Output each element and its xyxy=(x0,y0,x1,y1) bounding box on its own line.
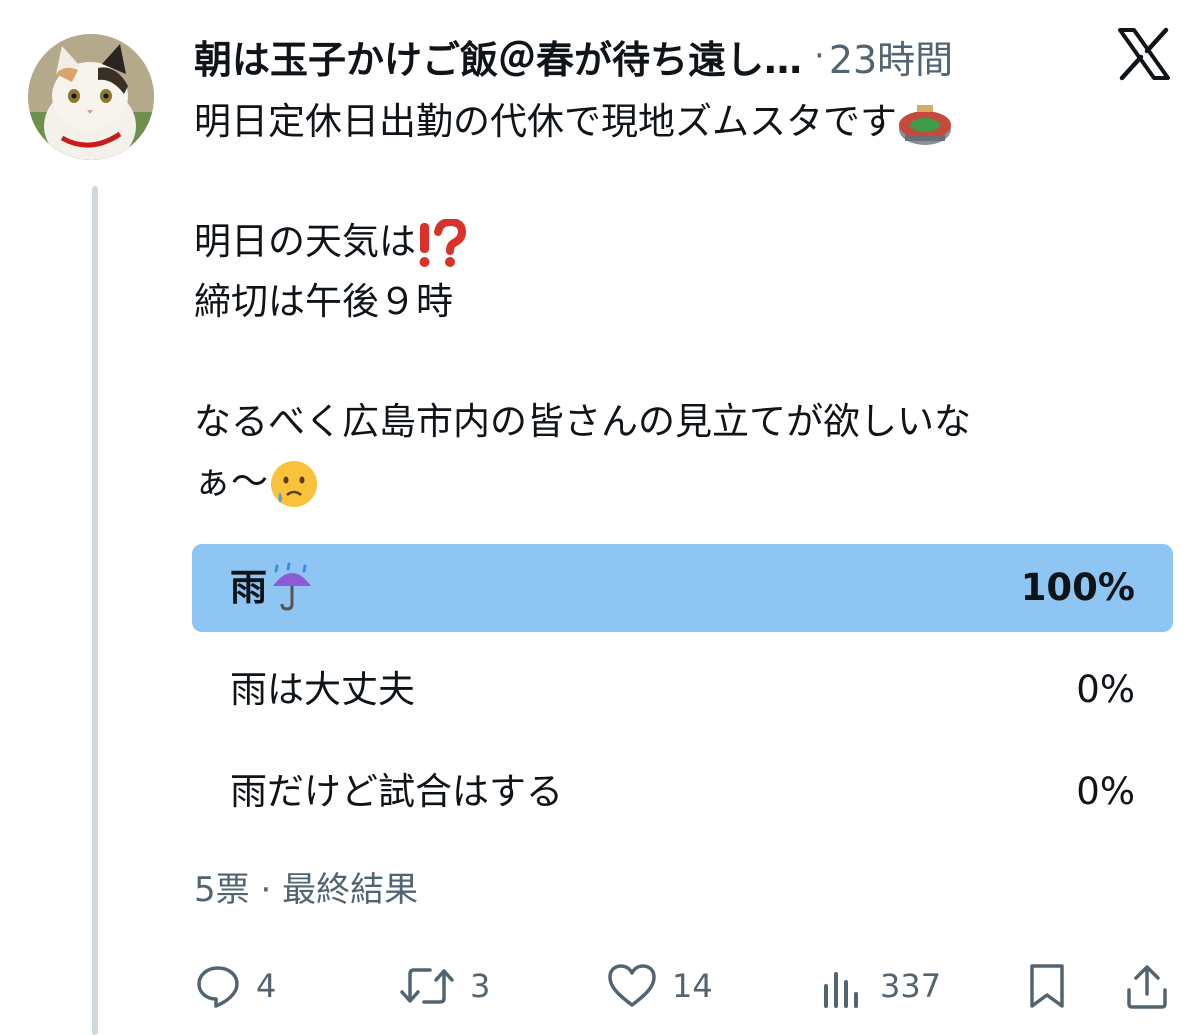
poll: 雨 100% 雨は大丈夫 0% 雨だけど試合はする 0% xyxy=(192,544,1173,850)
poll-option-label: 雨は大丈夫 xyxy=(230,668,415,711)
reply-icon xyxy=(197,966,239,1008)
x-logo-icon xyxy=(1118,27,1170,81)
poll-meta: 5票 · 最終結果 xyxy=(194,862,418,911)
cat-avatar-icon xyxy=(28,34,154,160)
timestamp[interactable]: 23時間 xyxy=(829,29,953,84)
tweet-line-text: なるべく広島市内の皆さんの見立てが欲しいな xyxy=(194,400,971,443)
reply-button[interactable]: 4 xyxy=(194,956,276,1016)
tweet-line-text: ぁ〜 xyxy=(194,460,268,503)
exclamation-question-icon xyxy=(419,218,467,267)
tweet-line: ぁ〜 xyxy=(194,452,1154,512)
poll-meta-separator: · xyxy=(260,870,272,910)
umbrella-rain-icon xyxy=(273,562,311,611)
retweet-button[interactable]: 3 xyxy=(398,956,490,1016)
share-button[interactable] xyxy=(1124,956,1184,1016)
poll-option[interactable]: 雨 100% xyxy=(192,544,1173,632)
display-name[interactable]: 朝は玉子かけご飯＠春が待ち遠し… xyxy=(194,29,802,84)
bookmark-icon xyxy=(1030,964,1064,1008)
tweet-header: 朝は玉子かけご飯＠春が待ち遠し… · 23時間 xyxy=(194,28,1094,84)
tweet-text: 明日定休日出勤の代休で現地ズムスタです 明日の天気は 締切は午後９時 なるべく広… xyxy=(194,92,1154,512)
crying-face-icon xyxy=(271,460,317,507)
poll-status: 最終結果 xyxy=(282,870,419,910)
views-button[interactable]: 337 xyxy=(818,956,941,1016)
tweet-line: 明日の天気は xyxy=(194,212,1154,272)
poll-option[interactable]: 雨は大丈夫 0% xyxy=(192,646,1173,734)
poll-votes: 5票 xyxy=(194,870,250,910)
poll-option-percent: 0% xyxy=(1076,668,1135,711)
tweet-line-text: 明日の天気は xyxy=(194,220,416,263)
retweet-icon xyxy=(400,968,454,1004)
poll-option-percent: 100% xyxy=(1020,566,1135,609)
tweet-line: 明日定休日出勤の代休で現地ズムスタです xyxy=(194,92,1154,152)
poll-option-label: 雨だけど試合はする xyxy=(230,770,563,813)
poll-option-label: 雨 xyxy=(230,544,315,632)
tweet-line-text: 明日定休日出勤の代休で現地ズムスタです xyxy=(194,100,897,143)
poll-option[interactable]: 雨だけど試合はする 0% xyxy=(192,748,1173,836)
view-count: 337 xyxy=(880,967,942,1005)
views-chart-icon xyxy=(824,972,858,1008)
bookmark-button[interactable] xyxy=(1026,956,1082,1016)
header-separator: · xyxy=(814,36,825,76)
like-count: 14 xyxy=(672,967,713,1005)
reply-count: 4 xyxy=(256,967,277,1005)
poll-option-percent: 0% xyxy=(1076,770,1135,813)
retweet-count: 3 xyxy=(470,967,491,1005)
action-bar: 4 3 14 337 xyxy=(194,956,1174,1016)
tweet-line: なるべく広島市内の皆さんの見立てが欲しいな xyxy=(194,392,1154,452)
heart-icon xyxy=(608,964,656,1007)
share-icon xyxy=(1127,965,1167,1009)
poll-option-text: 雨 xyxy=(230,566,267,609)
tweet-line-text: 締切は午後９時 xyxy=(194,280,453,323)
thread-line xyxy=(92,186,98,1035)
stadium-icon xyxy=(899,104,951,145)
like-button[interactable]: 14 xyxy=(606,956,713,1016)
tweet-line: 締切は午後９時 xyxy=(194,272,1154,332)
avatar[interactable] xyxy=(28,34,154,160)
